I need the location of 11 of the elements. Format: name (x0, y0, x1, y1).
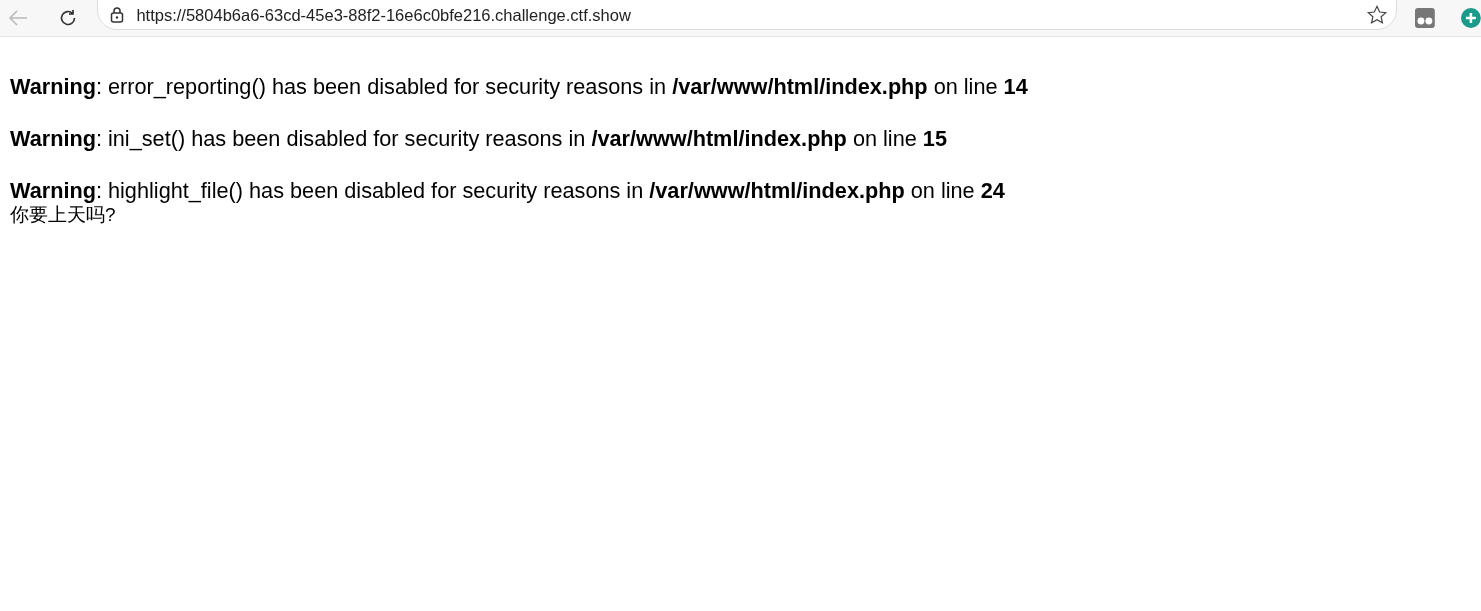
extension-icon[interactable] (1415, 8, 1436, 28)
warning-message: Warning: highlight_file() has been disabled for security reasons in /var/www/html/index.php on line 24 (10, 177, 1006, 203)
warning-message: Warning: ini_set() has been disabled for security reasons in /var/www/html/index.php on line 15 (10, 125, 948, 151)
url-text: https://5804b6a6-63cd-45e3-88f2-16e6c0bfe216.challenge.ctf.show (136, 5, 632, 25)
output-text: 你要上天吗? (10, 203, 117, 227)
lock-icon (110, 7, 125, 23)
warning-message: Warning: error_reporting() has been disabled for security reasons in /var/www/html/index.php on line 14 (10, 73, 1029, 99)
back-arrow-icon (6, 9, 29, 27)
address-bar[interactable]: https://5804b6a6-63cd-45e3-88f2-16e6c0bfe216.challenge.ctf.show (97, 0, 1398, 30)
add-icon[interactable] (1461, 8, 1481, 28)
bookmark-star-icon[interactable] (1366, 4, 1389, 26)
